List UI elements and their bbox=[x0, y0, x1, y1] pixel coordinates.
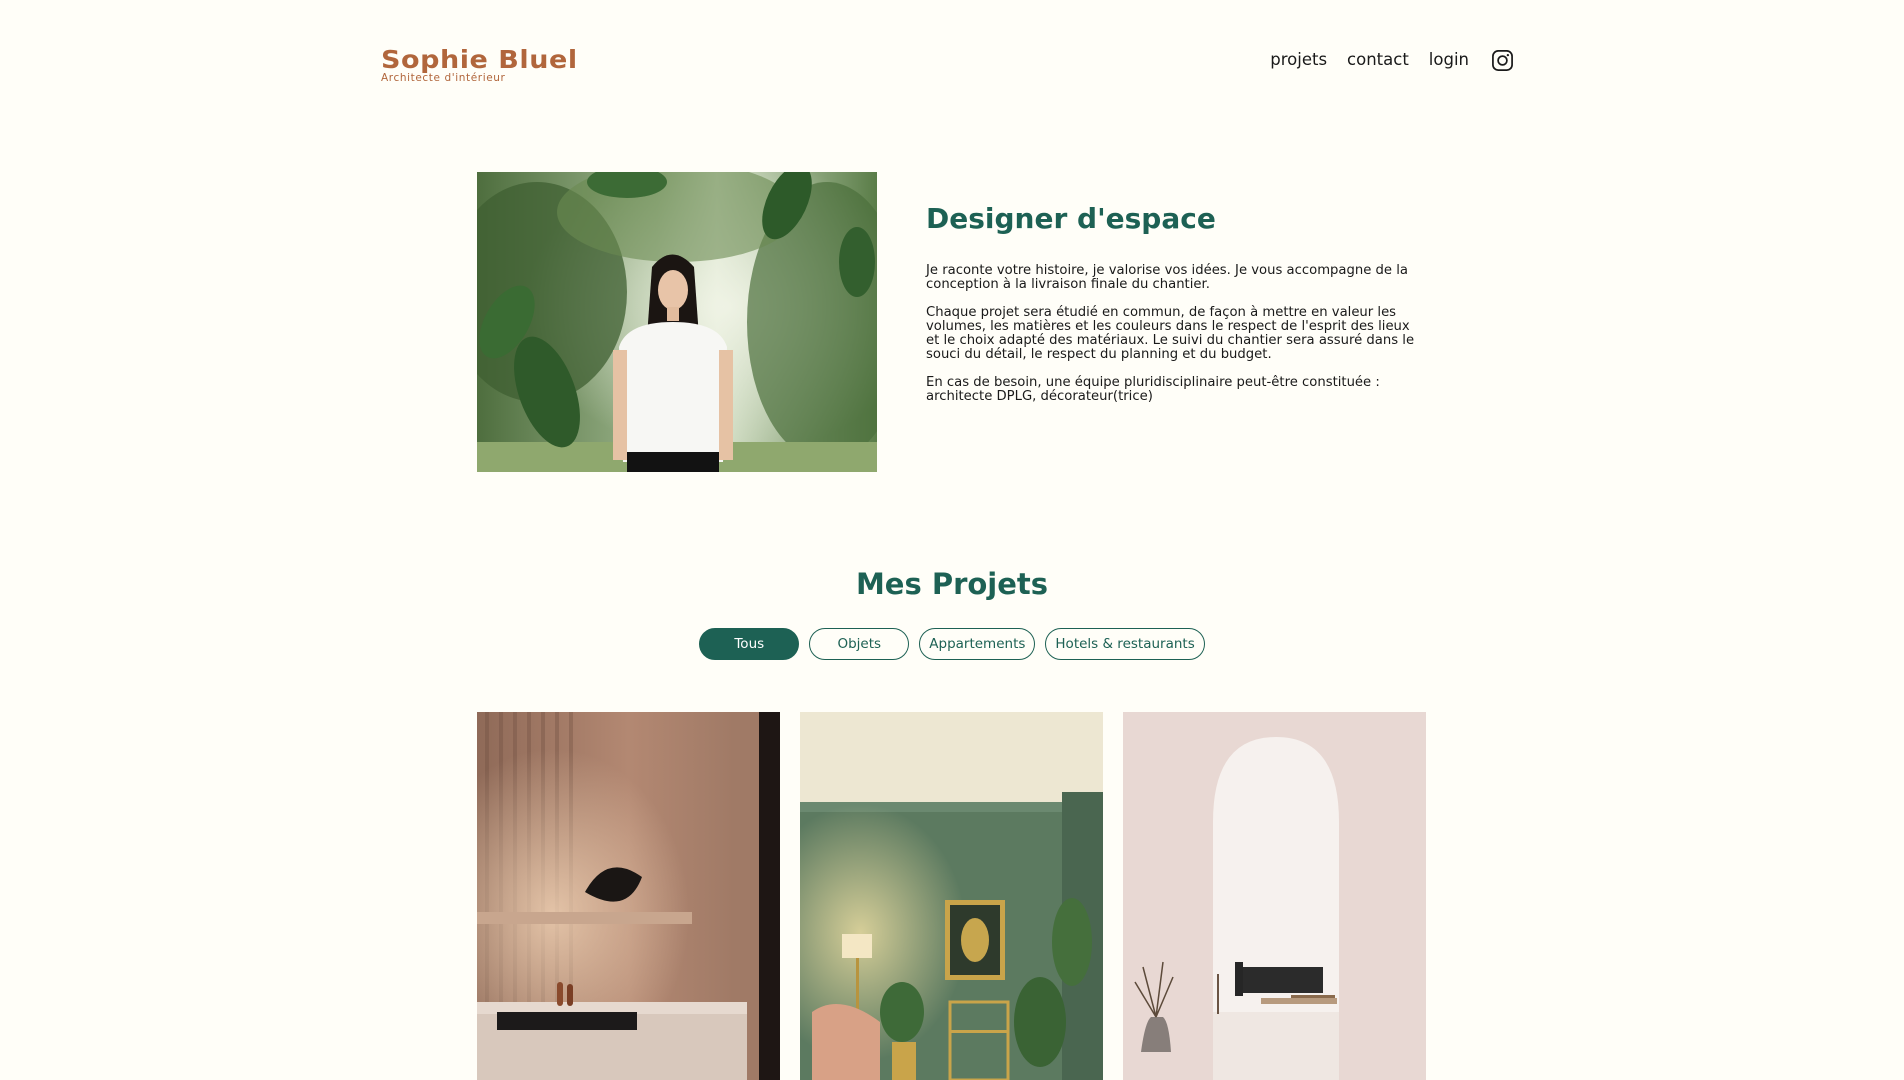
main-nav: projets contact login bbox=[1270, 48, 1514, 72]
portrait-photo bbox=[477, 172, 877, 472]
projects-title: Mes Projets bbox=[855, 567, 1049, 601]
intro-paragraph: En cas de besoin, une équipe pluridiscip… bbox=[926, 375, 1380, 404]
project-gallery bbox=[477, 712, 1427, 1080]
intro-section: Designer d'espace Je raconte votre histo… bbox=[926, 200, 1420, 418]
site-header: Sophie Bluel Architecte d'intérieur proj… bbox=[381, 46, 1514, 86]
intro-paragraph: Je raconte votre histoire, je valorise v… bbox=[926, 263, 1408, 292]
brand-name: Sophie Bluel bbox=[381, 45, 578, 74]
nav-link-projets[interactable]: projets bbox=[1270, 48, 1327, 72]
intro-title: Designer d'espace bbox=[926, 202, 1216, 235]
filter-tous-button[interactable]: Tous bbox=[699, 628, 800, 660]
instagram-icon[interactable] bbox=[1491, 49, 1514, 72]
filter-hotels-restaurants-button[interactable]: Hotels & restaurants bbox=[1045, 628, 1205, 660]
project-image[interactable] bbox=[1123, 712, 1426, 1080]
filter-appartements-button[interactable]: Appartements bbox=[919, 628, 1036, 660]
project-image[interactable] bbox=[800, 712, 1103, 1080]
brand-logo[interactable]: Sophie Bluel Architecte d'intérieur bbox=[381, 46, 577, 85]
page: Sophie Bluel Architecte d'intérieur proj… bbox=[0, 0, 1904, 1080]
nav-link-contact[interactable]: contact bbox=[1347, 48, 1409, 72]
project-image[interactable] bbox=[477, 712, 780, 1080]
intro-paragraph: Chaque projet sera étudié en commun, de … bbox=[926, 305, 1415, 362]
project-filters: Tous Objets Appartements Hotels & restau… bbox=[0, 628, 1904, 660]
filter-objets-button[interactable]: Objets bbox=[809, 628, 910, 660]
nav-link-login[interactable]: login bbox=[1429, 48, 1469, 72]
